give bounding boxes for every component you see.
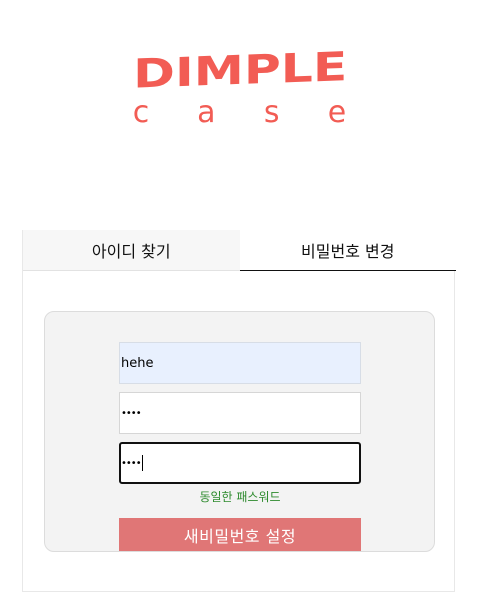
logo-letter: s — [263, 95, 280, 130]
logo-wordmark: DIMPLE — [133, 50, 347, 94]
confirm-password-field[interactable]: •••• — [119, 442, 361, 484]
username-field[interactable]: hehe — [119, 342, 361, 384]
logo-subtitle: c a s e — [125, 98, 353, 128]
text-caret — [141, 455, 143, 471]
new-password-value: •••• — [121, 407, 142, 419]
new-password-field[interactable]: •••• — [119, 392, 361, 434]
account-panel: 아이디 찾기 비밀번호 변경 hehe •••• •••• 동일한 패스워드 새… — [22, 230, 456, 592]
logo-wordmark-text: DIMPLE — [133, 50, 347, 94]
tab-change-password[interactable]: 비밀번호 변경 — [239, 230, 456, 271]
tab-find-id[interactable]: 아이디 찾기 — [23, 230, 240, 271]
page: DIMPLE c a s e 아이디 찾기 비밀번호 변경 hehe •••• … — [0, 0, 481, 616]
password-match-message: 동일한 패스워드 — [199, 490, 281, 504]
tab-bar: 아이디 찾기 비밀번호 변경 — [23, 230, 456, 271]
password-change-form: hehe •••• •••• 동일한 패스워드 새비밀번호 설정 — [44, 311, 435, 552]
confirm-password-value: •••• — [121, 457, 142, 469]
logo-letter: a — [197, 95, 216, 130]
logo-letter: c — [132, 95, 150, 130]
username-value: hehe — [121, 355, 154, 371]
logo-letter: e — [327, 95, 347, 130]
dimple-case-logo: DIMPLE c a s e — [125, 50, 353, 130]
set-new-password-button[interactable]: 새비밀번호 설정 — [119, 518, 361, 551]
